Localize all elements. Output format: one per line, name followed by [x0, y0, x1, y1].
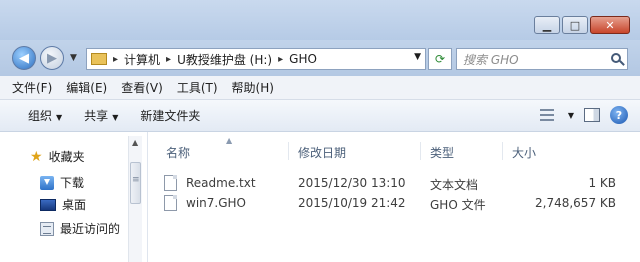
refresh-button[interactable]: ⟳	[428, 48, 452, 70]
column-header-size[interactable]: 大小	[512, 144, 536, 161]
file-size: 2,748,657 KB	[535, 196, 616, 210]
command-bar-right: ▼ ?	[539, 106, 628, 124]
breadcrumb-computer[interactable]: 计算机	[124, 51, 160, 68]
views-icon[interactable]	[539, 109, 554, 121]
file-type: 文本文档	[430, 178, 479, 192]
scrollbar-thumb[interactable]	[130, 162, 141, 204]
file-row[interactable]: win7.GHO 2015/10/19 21:42 GHO 文件 2,748,6…	[164, 194, 634, 214]
breadcrumb-gho[interactable]: GHO	[289, 52, 317, 66]
file-list: ▲ 名称 修改日期 类型 大小 Readme.txt 2015/12/30 13…	[150, 132, 640, 262]
menu-help[interactable]: 帮助(H)	[232, 79, 274, 96]
file-modified: 2015/12/30 13:10	[298, 176, 406, 190]
search-input[interactable]: 搜索 GHO	[456, 48, 628, 70]
forward-button[interactable]: ▶	[40, 46, 64, 70]
star-icon: ★	[30, 148, 43, 165]
caption-buttons: ▁ □ ✕	[534, 16, 630, 34]
nav-item-label: 桌面	[62, 198, 87, 212]
organize-button[interactable]: 组织 ▼	[28, 107, 62, 124]
refresh-icon: ⟳	[434, 52, 446, 66]
organize-label: 组织	[28, 109, 53, 123]
menu-bar: 文件(F) 编辑(E) 查看(V) 工具(T) 帮助(H)	[0, 76, 640, 100]
file-name: win7.GHO	[186, 196, 246, 210]
scroll-up-icon[interactable]: ▲	[132, 138, 138, 147]
column-header-name[interactable]: 名称	[166, 144, 190, 161]
recent-pages-dropdown-icon[interactable]: ▼	[70, 53, 77, 63]
breadcrumb-drive[interactable]: U教授维护盘 (H:)	[177, 51, 272, 68]
address-dropdown-icon[interactable]: ▼	[414, 52, 421, 62]
help-icon[interactable]: ?	[610, 106, 628, 124]
address-bar[interactable]: ▸ 计算机 ▸ U教授维护盘 (H:) ▸ GHO ▼	[86, 48, 426, 70]
share-button[interactable]: 共享 ▼	[84, 107, 118, 124]
views-dropdown-icon[interactable]: ▼	[568, 111, 574, 120]
menu-file[interactable]: 文件(F)	[12, 79, 52, 96]
new-folder-button[interactable]: 新建文件夹	[140, 107, 200, 124]
recent-places-icon	[40, 221, 54, 236]
folder-icon	[91, 53, 107, 65]
download-icon	[40, 175, 54, 190]
command-bar: 组织 ▼ 共享 ▼ 新建文件夹 ▼ ?	[0, 100, 640, 132]
back-arrow-icon: ◀	[19, 50, 29, 66]
breadcrumb-separator[interactable]: ▸	[278, 54, 283, 65]
file-row[interactable]: Readme.txt 2015/12/30 13:10 文本文档 1 KB	[164, 174, 634, 194]
column-divider[interactable]	[420, 142, 421, 160]
address-row: ◀ ▶ ▼ ▸ 计算机 ▸ U教授维护盘 (H:) ▸ GHO ▼ ⟳ 搜索 G…	[0, 40, 640, 76]
column-header-modified[interactable]: 修改日期	[298, 144, 346, 161]
menu-tools[interactable]: 工具(T)	[177, 79, 218, 96]
menu-edit[interactable]: 编辑(E)	[66, 79, 107, 96]
search-placeholder: 搜索 GHO	[463, 52, 519, 67]
nav-item-label: 收藏夹	[48, 150, 85, 164]
desktop-icon	[40, 198, 56, 211]
nav-item-desktop[interactable]: 桌面	[40, 196, 86, 213]
maximize-button[interactable]: □	[562, 16, 588, 34]
breadcrumb-separator[interactable]: ▸	[166, 54, 171, 65]
close-button[interactable]: ✕	[590, 16, 630, 34]
file-type: GHO 文件	[430, 198, 486, 212]
nav-item-label: 下载	[60, 176, 85, 190]
column-header-type[interactable]: 类型	[430, 144, 454, 161]
column-divider[interactable]	[288, 142, 289, 160]
file-name: Readme.txt	[186, 176, 256, 190]
title-bar: ▁ □ ✕	[0, 0, 640, 40]
navigation-pane: ★ 收藏夹 下载 桌面 最近访问的 ▲	[0, 132, 148, 262]
sort-ascending-icon: ▲	[226, 136, 233, 145]
menu-view[interactable]: 查看(V)	[121, 79, 163, 96]
nav-item-recent[interactable]: 最近访问的	[40, 220, 120, 237]
forward-arrow-icon: ▶	[47, 50, 57, 66]
chevron-down-icon: ▼	[112, 113, 119, 122]
search-icon[interactable]	[611, 53, 621, 63]
nav-scrollbar[interactable]: ▲	[128, 136, 142, 262]
gho-file-icon	[164, 195, 177, 211]
nav-item-downloads[interactable]: 下载	[40, 174, 84, 191]
nav-item-favorites[interactable]: ★ 收藏夹	[30, 148, 85, 165]
minimize-button[interactable]: ▁	[534, 16, 560, 34]
breadcrumb-separator[interactable]: ▸	[113, 54, 118, 65]
preview-pane-icon[interactable]	[584, 108, 600, 122]
share-label: 共享	[84, 109, 109, 123]
column-divider[interactable]	[502, 142, 503, 160]
nav-item-label: 最近访问的	[60, 222, 121, 236]
text-file-icon	[164, 175, 177, 191]
file-modified: 2015/10/19 21:42	[298, 196, 406, 210]
chevron-down-icon: ▼	[56, 113, 63, 122]
file-size: 1 KB	[588, 176, 616, 190]
back-button[interactable]: ◀	[12, 46, 36, 70]
